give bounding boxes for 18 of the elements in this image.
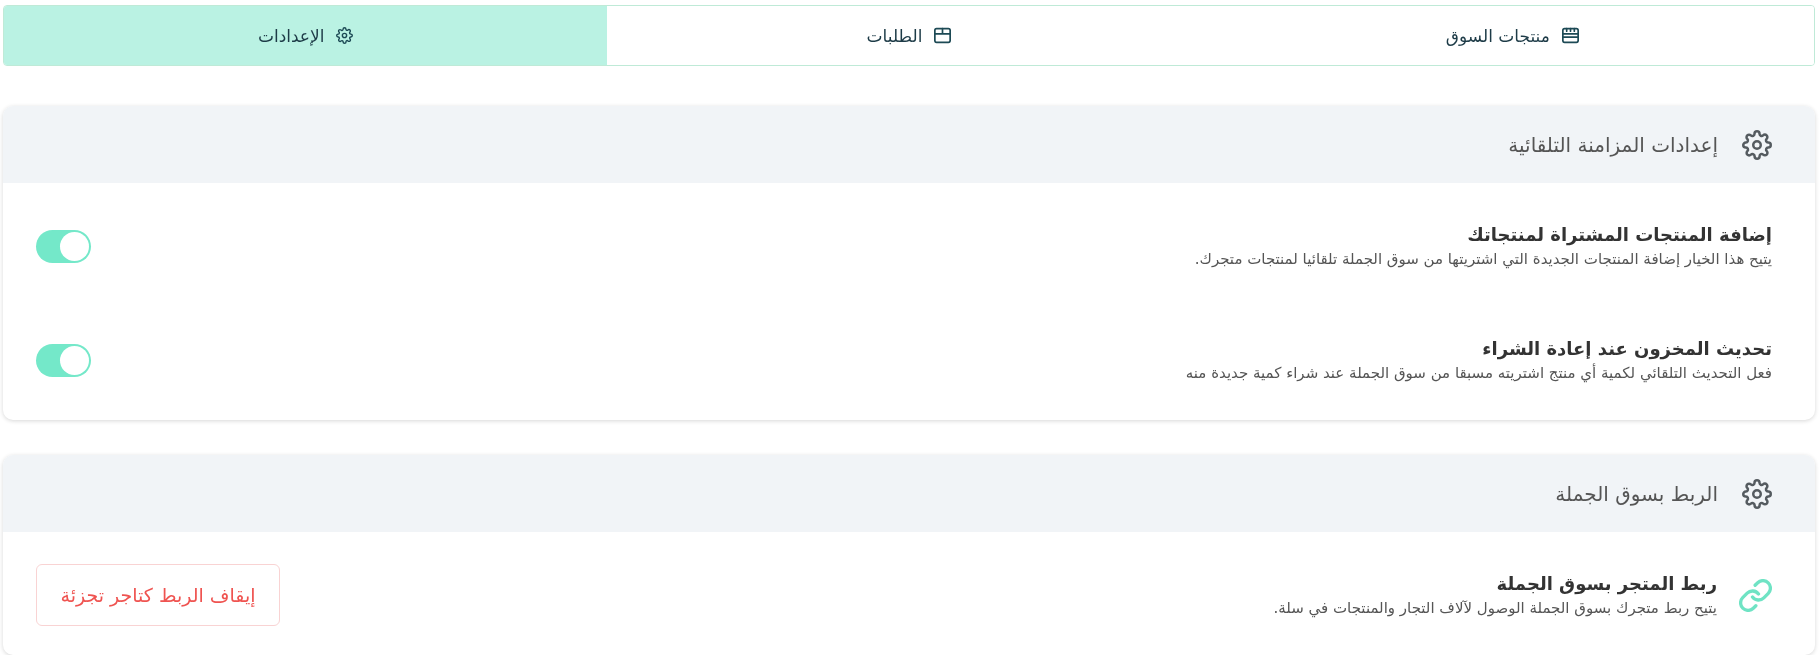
setting-description: يتيح ربط متجرك بسوق الجملة الوصول لآلاف التجار والمنتجات في سلة. bbox=[1273, 599, 1717, 617]
store-icon bbox=[1561, 27, 1579, 44]
tab[interactable]: الإعدادات bbox=[4, 6, 608, 65]
link-icon bbox=[1739, 578, 1772, 612]
setting-title: إضافة المنتجات المشتراة لمنتجاتك bbox=[1467, 224, 1772, 245]
box-icon bbox=[934, 27, 952, 44]
stop-linking-button[interactable]: إيقاف الربط كتاجر تجزئة bbox=[36, 564, 280, 626]
section-title: إعدادات المزامنة التلقائية bbox=[1508, 132, 1718, 157]
settings-icon bbox=[1742, 129, 1772, 160]
toggle-switch[interactable] bbox=[36, 343, 91, 377]
settings-icon bbox=[336, 27, 354, 44]
setting-description: يتيح هذا الخيار إضافة المنتجات الجديدة التي اشتريتها من سوق الجملة تلقائيا لمنتجات متجرك. bbox=[1194, 250, 1772, 268]
settings-icon bbox=[1742, 478, 1772, 509]
toggle-switch[interactable] bbox=[36, 229, 91, 263]
setting-title: تحديث المخزون عند إعادة الشراء bbox=[1482, 338, 1772, 359]
setting-description: فعل التحديث التلقائي لكمية أي منتج اشتريته مسبقا من سوق الجملة عند شراء كمية جديدة منه bbox=[1185, 364, 1772, 382]
setting-title: ربط المتجر بسوق الجملة bbox=[1496, 573, 1717, 594]
section-title: الربط بسوق الجملة bbox=[1555, 481, 1718, 506]
